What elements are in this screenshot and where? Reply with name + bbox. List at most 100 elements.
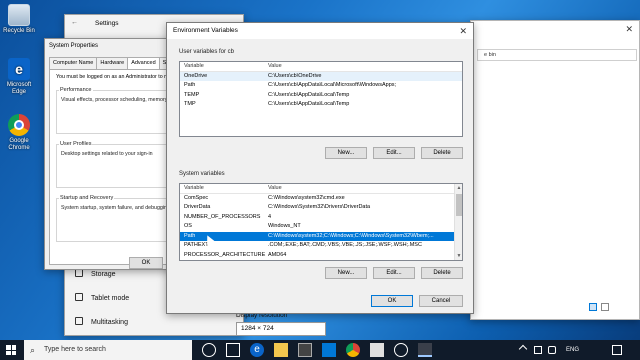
edge-icon: e — [8, 58, 30, 80]
scroll-down-icon[interactable]: ▼ — [455, 252, 462, 260]
desktop-icon-label: Microsoft Edge — [6, 82, 32, 95]
settings-gear-icon[interactable] — [394, 343, 408, 357]
table-row[interactable]: OS Windows_NT — [180, 222, 462, 232]
variable-value: C:\Users\cb\AppData\Local\Temp — [268, 91, 350, 98]
view-details-icon[interactable] — [589, 303, 597, 311]
search-placeholder: Type here to search — [44, 346, 106, 353]
user-profiles-group: User Profiles Desktop settings related t… — [56, 141, 176, 188]
table-row[interactable]: DriverData C:\Windows\System32\Drivers\Dr… — [180, 203, 462, 213]
taskbar-search-box[interactable]: ⌕ Type here to search — [24, 340, 192, 360]
system-properties-taskbar-icon[interactable] — [418, 343, 432, 357]
close-icon[interactable]: ✕ — [625, 21, 633, 37]
file-explorer-icon[interactable] — [274, 343, 288, 357]
system-edit-button[interactable]: Edit... — [373, 267, 415, 279]
variable-name: Path — [184, 232, 196, 239]
ok-button[interactable]: OK — [371, 295, 413, 307]
group-caption: Startup and Recovery — [59, 195, 115, 201]
list-header: Variable Value — [180, 184, 462, 194]
mail-icon[interactable] — [322, 343, 336, 357]
scroll-up-icon[interactable]: ▲ — [455, 184, 462, 192]
network-icon[interactable] — [534, 346, 542, 354]
tab-advanced[interactable]: Advanced — [127, 57, 160, 69]
column-header-value[interactable]: Value — [268, 62, 282, 72]
tab-hardware[interactable]: Hardware — [96, 57, 129, 69]
file-explorer-window: ✕ e bin — [470, 20, 640, 320]
notifications-icon[interactable] — [612, 345, 622, 355]
desktop-icon-edge[interactable]: e Microsoft Edge — [2, 58, 36, 96]
system-new-button[interactable]: New... — [325, 267, 367, 279]
sidebar-item-tablet-mode[interactable]: Tablet mode — [75, 293, 129, 302]
ok-button[interactable]: OK — [129, 257, 163, 269]
tablet-icon — [75, 293, 83, 301]
table-row[interactable]: ComSpec C:\Windows\system32\cmd.exe — [180, 194, 462, 204]
environment-variables-dialog: Environment Variables ✕ User variables f… — [166, 22, 474, 314]
table-row[interactable]: NUMBER_OF_PROCESSORS 4 — [180, 213, 462, 223]
user-edit-button[interactable]: Edit... — [373, 147, 415, 159]
table-row[interactable]: Path C:\Users\cb\AppData\Local\Microsoft\… — [180, 81, 462, 91]
sidebar-item-label: Multitasking — [91, 319, 128, 326]
table-row-selected[interactable]: Path C:\Windows\system32;C:\Windows;C:\Wi… — [180, 231, 462, 241]
group-description: System startup, system failure, and debu… — [61, 205, 170, 211]
variable-value: AMD64 — [268, 251, 287, 258]
desktop-icon-chrome[interactable]: Google Chrome — [2, 114, 36, 152]
user-delete-button[interactable]: Delete — [421, 147, 463, 159]
start-windows-icon[interactable] — [6, 345, 16, 355]
column-header-value[interactable]: Value — [268, 184, 282, 194]
variable-name: TMP — [184, 101, 196, 107]
edge-taskbar-icon[interactable]: e — [250, 343, 264, 357]
chrome-taskbar-icon[interactable] — [346, 343, 360, 357]
table-row[interactable]: TEMP C:\Users\cb\AppData\Local\Temp — [180, 91, 462, 101]
language-indicator[interactable]: ENG — [566, 340, 579, 360]
system-variables-list[interactable]: Variable Value ComSpec C:\Windows\system3… — [179, 183, 463, 261]
variable-name: PROCESSOR_ARCHITECTURE — [184, 251, 266, 258]
variable-value: C:\Windows\System32\Drivers\DriverData — [268, 204, 371, 210]
sidebar-item-multitasking[interactable]: Multitasking — [75, 317, 128, 326]
system-delete-button[interactable]: Delete — [421, 267, 463, 279]
task-view-icon[interactable] — [226, 343, 240, 357]
table-row[interactable]: PROCESSOR_ARCHITECTURE AMD64 — [180, 251, 462, 261]
sidebar-item-label: Storage — [91, 271, 116, 278]
display-resolution-select[interactable]: 1284 × 724 — [236, 322, 326, 336]
performance-group: Performance Visual effects, processor sc… — [56, 87, 176, 134]
app-icon[interactable] — [370, 343, 384, 357]
volume-icon[interactable] — [548, 346, 556, 354]
store-icon[interactable] — [298, 343, 312, 357]
dialog-title: Environment Variables — [173, 27, 238, 34]
explorer-search-box[interactable]: e bin — [477, 49, 637, 61]
variable-name: OS — [184, 223, 192, 229]
scrollbar-thumb[interactable] — [456, 194, 462, 216]
variable-value: C:\Users\cb\AppData\Local\Temp — [268, 101, 350, 107]
cancel-button[interactable]: Cancel — [419, 295, 463, 307]
sidebar-item-label: Tablet mode — [91, 295, 130, 302]
advanced-tab-panel: You must be logged on as an Administrato… — [49, 69, 181, 265]
variable-name: OneDrive — [184, 72, 208, 79]
desktop-icon-label: Google Chrome — [8, 138, 30, 151]
column-header-variable[interactable]: Variable — [184, 184, 204, 194]
table-row[interactable]: PATHEXT .COM;.EXE;.BAT;.CMD;.VBS;.VBE;.JS… — [180, 241, 462, 251]
storage-icon — [75, 269, 83, 277]
back-arrow-icon[interactable]: ← — [71, 19, 78, 26]
system-properties-tabs: Computer Name Hardware Advanced Syste — [49, 57, 181, 69]
column-header-variable[interactable]: Variable — [184, 62, 204, 72]
table-row[interactable]: OneDrive C:\Users\cb\OneDrive — [180, 71, 462, 81]
group-caption: User Profiles — [59, 141, 93, 147]
desktop-icon-recycle-bin[interactable]: Recycle Bin — [2, 4, 36, 35]
cortana-icon[interactable] — [202, 343, 216, 357]
user-new-button[interactable]: New... — [325, 147, 367, 159]
variable-name: DriverData — [184, 204, 211, 210]
sidebar-item-storage[interactable]: Storage — [75, 269, 116, 278]
group-description: Desktop settings related to your sign-in — [61, 151, 153, 157]
variable-name: TEMP — [184, 91, 200, 98]
vertical-scrollbar[interactable]: ▲ ▼ — [454, 184, 462, 260]
close-icon[interactable]: ✕ — [459, 23, 467, 39]
tab-computer-name[interactable]: Computer Name — [49, 57, 98, 69]
variable-value: Windows_NT — [268, 223, 301, 229]
table-row[interactable]: TMP C:\Users\cb\AppData\Local\Temp — [180, 100, 462, 110]
group-caption: Performance — [59, 87, 93, 93]
variable-value: C:\Users\cb\AppData\Local\Microsoft\Wind… — [268, 82, 397, 88]
user-variables-list[interactable]: Variable Value OneDrive C:\Users\cb\OneDr… — [179, 61, 463, 137]
view-tiles-icon[interactable] — [601, 303, 609, 311]
variable-value: C:\Windows\system32\cmd.exe — [268, 194, 345, 201]
system-variables-label: System variables — [179, 171, 225, 177]
display-resolution-value: 1284 × 724 — [241, 325, 274, 332]
